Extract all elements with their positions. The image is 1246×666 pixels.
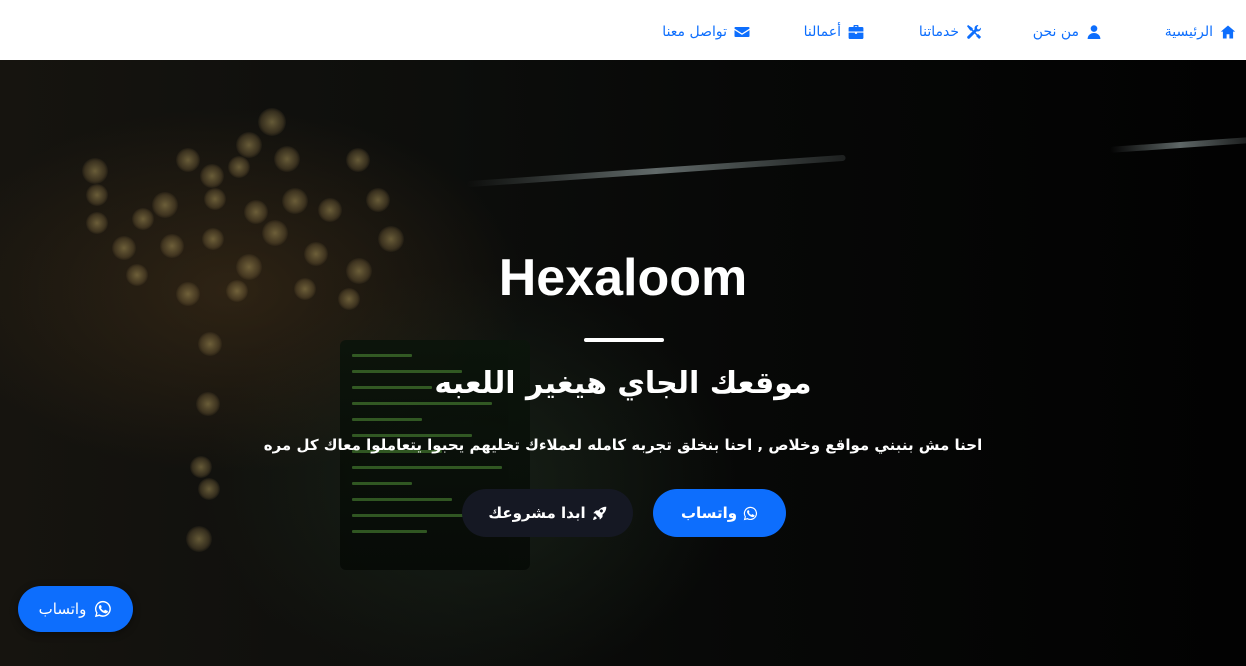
- hero-title: Hexaloom: [498, 249, 748, 307]
- hero-description: احنا مش بنبني مواقع وخلاص , احنا بنخلق ت…: [263, 436, 983, 454]
- nav-services-link[interactable]: خدماتنا: [919, 24, 982, 40]
- nav-services-label: خدماتنا: [918, 24, 959, 40]
- top-navbar: الرئيسية من نحن خدماتنا أعمالنا تواصل مع…: [0, 0, 1246, 60]
- start-project-button[interactable]: ابدا مشروعك: [462, 489, 633, 537]
- nav-about-link[interactable]: من نحن: [1033, 24, 1102, 40]
- hero-divider: [584, 338, 664, 342]
- nav-works-link[interactable]: أعمالنا: [804, 24, 864, 40]
- hero-subtitle: موقعك الجاي هيغير اللعبه: [434, 366, 812, 401]
- hero-whatsapp-label: واتساب: [680, 504, 738, 522]
- rocket-icon: [592, 506, 606, 520]
- floating-whatsapp-button[interactable]: واتساب: [18, 586, 133, 632]
- nav-works-label: أعمالنا: [803, 24, 841, 40]
- hero-section: Hexaloom موقعك الجاي هيغير اللعبه احنا م…: [0, 60, 1246, 666]
- briefcase-icon: [848, 25, 864, 39]
- home-icon: [1220, 25, 1236, 39]
- nav-home-label: الرئيسية: [1164, 24, 1213, 40]
- hero-content: Hexaloom موقعك الجاي هيغير اللعبه احنا م…: [0, 60, 1246, 666]
- user-icon: [1087, 25, 1101, 39]
- envelope-icon: [734, 27, 750, 37]
- nav-contact-link[interactable]: تواصل معنا: [662, 24, 750, 40]
- nav-home-link[interactable]: الرئيسية: [1165, 24, 1236, 40]
- start-project-label: ابدا مشروعك: [488, 504, 586, 522]
- nav-about-label: من نحن: [1032, 24, 1079, 40]
- hero-whatsapp-button[interactable]: واتساب: [653, 489, 786, 537]
- whatsapp-icon: [95, 600, 112, 618]
- nav-contact-label: تواصل معنا: [662, 24, 727, 40]
- floating-whatsapp-label: واتساب: [38, 600, 87, 618]
- whatsapp-icon: [743, 506, 758, 520]
- tools-icon: [967, 25, 982, 39]
